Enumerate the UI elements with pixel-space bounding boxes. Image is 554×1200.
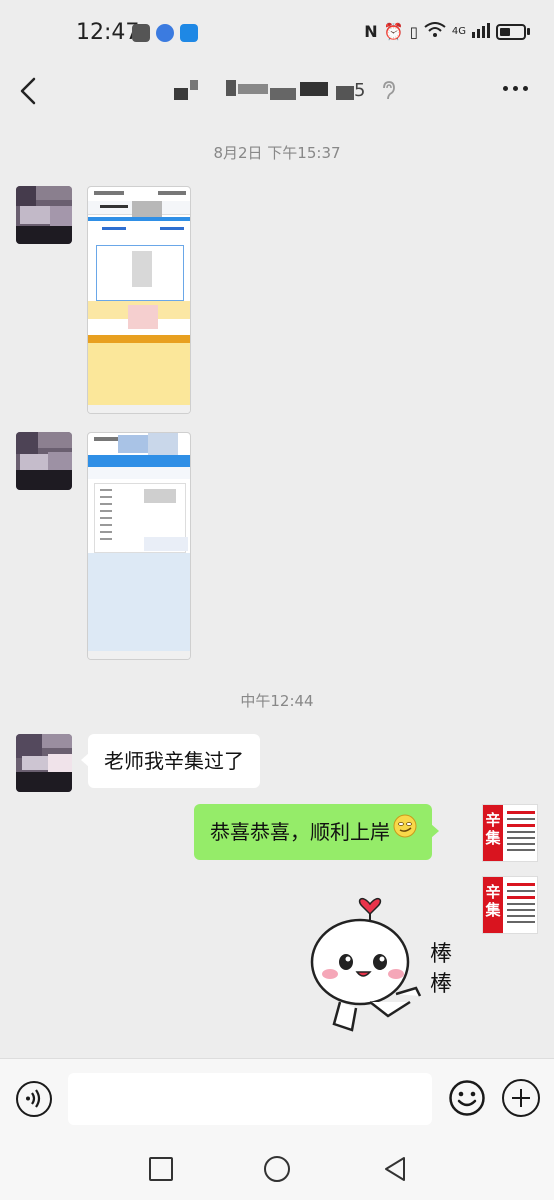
more-dot: [513, 86, 518, 91]
emoji-icon: [449, 1080, 485, 1116]
outgoing-message-text: 恭喜恭喜，顺利上岸: [210, 820, 390, 844]
title-redaction: [238, 84, 268, 94]
chevron-left-icon: [20, 77, 36, 105]
avatar-logo-lines: [507, 811, 535, 855]
alarm-icon: ⏰: [383, 22, 404, 41]
incoming-message[interactable]: 老师我辛集过了: [81, 734, 260, 788]
nfc-icon: N: [364, 22, 378, 41]
system-nav-bar: [0, 1140, 554, 1200]
contact-avatar[interactable]: [16, 432, 72, 490]
message-timestamp: 中午12:44: [240, 692, 314, 710]
sticker-character: [310, 897, 422, 1032]
chat-header: 5: [0, 66, 554, 118]
title-suffix: 5: [354, 80, 366, 101]
triangle-back-icon: [385, 1157, 405, 1181]
battery-icon: [496, 23, 526, 40]
plus-button[interactable]: [502, 1079, 540, 1117]
network-label: 4G: [451, 26, 466, 37]
my-avatar[interactable]: 辛集: [482, 876, 538, 934]
more-dot: [503, 86, 508, 91]
back-nav-button[interactable]: [380, 1154, 410, 1184]
avatar-logo-text: 辛集: [483, 877, 503, 933]
more-dot: [523, 86, 528, 91]
browser-icon: [156, 24, 174, 42]
my-avatar[interactable]: 辛集: [482, 804, 538, 862]
ear-icon: [380, 80, 396, 106]
title-redaction: [174, 88, 188, 100]
square-icon: [149, 1157, 173, 1181]
status-time: 12:47: [76, 20, 140, 45]
emoji-button[interactable]: [448, 1079, 486, 1117]
wifi-icon: [424, 22, 446, 41]
title-redaction: [300, 82, 328, 96]
home-button[interactable]: [262, 1154, 292, 1184]
image-message[interactable]: [87, 186, 191, 414]
chat-title: 5: [150, 76, 400, 108]
back-button[interactable]: [16, 74, 40, 108]
message-input[interactable]: [68, 1073, 432, 1125]
voice-button[interactable]: [16, 1081, 52, 1117]
app-icon: [180, 24, 198, 42]
vibrate-icon: ▯: [409, 22, 418, 41]
sticker-text: 棒棒: [430, 942, 453, 997]
circle-icon: [264, 1156, 290, 1182]
title-redaction: [336, 86, 354, 100]
recent-apps-button[interactable]: [146, 1154, 176, 1184]
title-redaction: [190, 80, 198, 90]
contact-avatar[interactable]: [16, 734, 72, 792]
input-bar: [0, 1058, 554, 1140]
avatar-logo-text: 辛集: [483, 805, 503, 861]
smirk-emoji-icon: [392, 804, 418, 860]
avatar-logo-lines: [507, 883, 535, 927]
outgoing-message[interactable]: 恭喜恭喜，顺利上岸: [194, 804, 439, 860]
more-button[interactable]: [503, 86, 528, 91]
title-redaction: [226, 80, 236, 96]
image-message[interactable]: [87, 432, 191, 660]
contact-avatar[interactable]: [16, 186, 72, 244]
title-redaction: [270, 88, 296, 100]
voice-icon: [26, 1089, 41, 1108]
battery-tip: [527, 28, 530, 35]
notification-icon: [132, 24, 150, 42]
signal-icon: [472, 22, 490, 41]
status-bar: 12:47 N ⏰ ▯ 4G: [0, 0, 554, 66]
sticker-message[interactable]: 棒棒: [300, 884, 480, 1040]
status-indicators: N ⏰ ▯ 4G: [364, 22, 530, 41]
message-timestamp: 8月2日 下午15:37: [213, 144, 341, 162]
